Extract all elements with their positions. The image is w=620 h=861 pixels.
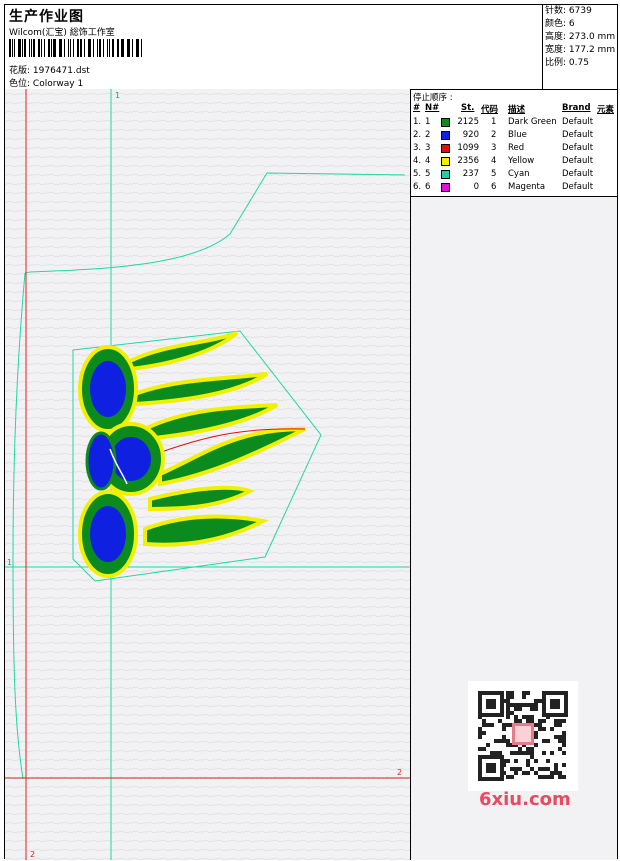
colors-label: 颜色: [545, 19, 567, 29]
guide-label-left: 1 [7, 558, 12, 567]
stop-row[interactable]: 2. 2 920 2 Blue Default [411, 130, 617, 143]
row-n: 6 [425, 182, 431, 192]
design-file: 花版: 1976471.dst [9, 63, 90, 76]
design-value: 1976471.dst [32, 66, 90, 76]
stat-stitches: 针数: 6739 [545, 5, 619, 18]
stop-row[interactable]: 5. 5 237 5 Cyan Default [411, 169, 617, 182]
row-stitches: 920 [462, 130, 479, 140]
color-swatch [441, 157, 450, 166]
row-brand: Default [562, 169, 594, 179]
row-desc: Blue [508, 130, 527, 140]
stop-sequence-title: 停止顺序 : [413, 93, 453, 103]
col-stitches: St. [461, 103, 475, 113]
color-swatch [441, 131, 450, 140]
row-code: 4 [491, 156, 497, 166]
guide-label-bottom: 2 [30, 850, 35, 859]
row-num: 1. [413, 117, 422, 127]
row-stitches: 1099 [457, 143, 479, 153]
row-code: 5 [491, 169, 497, 179]
guide-label-top: 1 [115, 91, 120, 100]
row-num: 2. [413, 130, 422, 140]
stat-height: 高度: 273.0 mm [545, 31, 619, 44]
design-label: 花版: [9, 66, 31, 76]
row-brand: Default [562, 130, 594, 140]
guide-label-right: 2 [397, 768, 402, 777]
row-stitches: 0 [473, 182, 479, 192]
stop-sequence-panel: 停止顺序 : # N# St. 代码 描述 Brand 元素 1. 1 2125 1 D… [411, 89, 617, 197]
row-n: 3 [425, 143, 431, 153]
barcode [9, 39, 145, 57]
colors-value: 6 [568, 19, 575, 29]
col-desc: 描述 [508, 105, 526, 115]
qr-code [468, 681, 578, 791]
row-brand: Default [562, 156, 594, 166]
colorway: 色位: Colorway 1 [9, 76, 83, 89]
row-num: 4. [413, 156, 422, 166]
row-num: 3. [413, 143, 422, 153]
worksheet-header: 生产作业图 Wilcom(汇宝) 総饰工作室 花版: 1976471.dst 色… [5, 5, 617, 90]
stitches-label: 针数: [545, 6, 567, 16]
color-swatch [441, 170, 450, 179]
row-desc: Yellow [508, 156, 535, 166]
color-swatch [441, 144, 450, 153]
color-swatch [441, 183, 450, 192]
stop-row[interactable]: 1. 1 2125 1 Dark Green Default [411, 117, 617, 130]
col-n: N# [425, 103, 440, 113]
row-stitches: 2125 [457, 117, 479, 127]
design-stats: 针数: 6739 颜色: 6 高度: 273.0 mm 宽度: 177.2 mm… [543, 5, 619, 70]
col-code: 代码 [481, 105, 499, 115]
row-code: 1 [491, 117, 497, 127]
row-num: 6. [413, 182, 422, 192]
col-num: # [413, 103, 421, 113]
stat-colors: 颜色: 6 [545, 18, 619, 31]
row-code: 3 [491, 143, 497, 153]
row-code: 2 [491, 130, 497, 140]
row-code: 6 [491, 182, 497, 192]
colorway-label: 色位: [9, 79, 31, 89]
page-title: 生产作业图 [9, 9, 84, 25]
row-brand: Default [562, 143, 594, 153]
watermark-site: 6xiu.com [479, 789, 571, 810]
stop-row[interactable]: 3. 3 1099 3 Red Default [411, 143, 617, 156]
row-n: 4 [425, 156, 431, 166]
row-desc: Magenta [508, 182, 546, 192]
scale-value: 0.75 [568, 58, 589, 68]
row-n: 5 [425, 169, 431, 179]
width-label: 宽度: [545, 45, 567, 55]
col-brand: Brand [562, 103, 591, 113]
color-swatch [441, 118, 450, 127]
stitches-value: 6739 [568, 6, 592, 16]
row-brand: Default [562, 182, 594, 192]
row-stitches: 2356 [457, 156, 479, 166]
height-label: 高度: [545, 32, 567, 42]
colorway-value: Colorway 1 [32, 79, 84, 89]
header-info: 生产作业图 Wilcom(汇宝) 総饰工作室 花版: 1976471.dst 色… [5, 5, 543, 89]
width-value: 177.2 mm [568, 45, 616, 55]
height-value: 273.0 mm [568, 32, 616, 42]
design-canvas[interactable]: 1 2 2 1 [5, 89, 411, 860]
row-desc: Red [508, 143, 525, 153]
row-desc: Dark Green [508, 117, 557, 127]
row-stitches: 237 [462, 169, 479, 179]
stat-width: 宽度: 177.2 mm [545, 44, 619, 57]
row-n: 2 [425, 130, 431, 140]
row-desc: Cyan [508, 169, 530, 179]
design-preview: 1 2 2 1 [5, 89, 410, 860]
stat-scale: 比例: 0.75 [545, 57, 619, 70]
row-brand: Default [562, 117, 594, 127]
row-n: 1 [425, 117, 431, 127]
row-num: 5. [413, 169, 422, 179]
col-element: 元素 [597, 105, 615, 115]
stop-row[interactable]: 6. 6 0 6 Magenta Default [411, 182, 617, 195]
company-name: Wilcom(汇宝) 総饰工作室 [9, 28, 115, 38]
stop-row[interactable]: 4. 4 2356 4 Yellow Default [411, 156, 617, 169]
scale-label: 比例: [545, 58, 567, 68]
